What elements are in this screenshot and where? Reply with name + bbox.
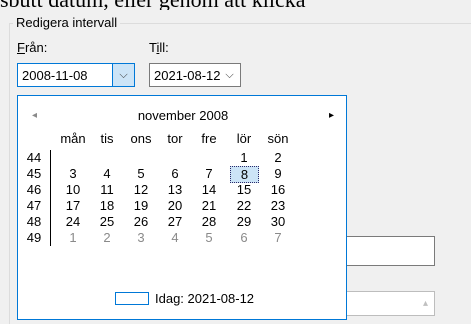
chevron-down-icon: ⌵ <box>119 68 128 81</box>
to-dropdown-button[interactable]: ⌵ <box>219 64 240 86</box>
calendar-day[interactable]: 17 <box>56 197 90 214</box>
calendar-day[interactable]: 6 <box>158 165 192 182</box>
calendar-day[interactable]: 7 <box>261 229 295 246</box>
to-date-value: 2021-08-12 <box>154 67 221 83</box>
group-title: Redigera intervall <box>13 15 121 30</box>
weekday-header: tor <box>167 131 183 146</box>
calendar-day[interactable]: 11 <box>90 181 124 198</box>
calendar-day[interactable]: 5 <box>124 165 158 182</box>
week-number: 44 <box>26 150 42 165</box>
prev-month-icon[interactable]: ◂ <box>32 110 37 121</box>
chevron-down-icon: ⌵ <box>225 68 234 81</box>
calendar-day[interactable]: 24 <box>56 213 90 230</box>
from-label: Från: <box>17 40 48 55</box>
week-number: 46 <box>26 182 42 197</box>
week-divider <box>50 150 52 246</box>
calendar-day[interactable]: 2 <box>90 229 124 246</box>
week-number: 49 <box>26 230 42 245</box>
calendar-day[interactable]: 23 <box>261 197 295 214</box>
from-date-value: 2008-11-08 <box>22 67 88 83</box>
calendar-day[interactable]: 18 <box>90 197 124 214</box>
calendar-day[interactable]: 14 <box>192 181 226 198</box>
from-date-picker[interactable]: 2008-11-08 ⌵ <box>17 63 135 87</box>
calendar-day[interactable]: 30 <box>261 213 295 230</box>
calendar-day[interactable]: 3 <box>124 229 158 246</box>
calendar-day[interactable]: 20 <box>158 197 192 214</box>
to-label: Till: <box>149 40 169 55</box>
calendar-day[interactable]: 4 <box>158 229 192 246</box>
calendar-day[interactable]: 29 <box>227 213 261 230</box>
today-marker-icon <box>115 292 149 305</box>
calendar-day[interactable]: 7 <box>192 165 226 182</box>
calendar-day[interactable]: 19 <box>124 197 158 214</box>
text-field[interactable] <box>333 236 435 266</box>
today-link[interactable]: Idag: 2021-08-12 <box>115 291 254 306</box>
calendar-day[interactable]: 13 <box>158 181 192 198</box>
calendar-day[interactable]: 6 <box>227 229 261 246</box>
calendar-day[interactable]: 21 <box>192 197 226 214</box>
weekday-header: mån <box>60 131 86 146</box>
week-number: 45 <box>26 166 42 181</box>
calendar-day[interactable]: 22 <box>227 197 261 214</box>
calendar-day[interactable]: 27 <box>158 213 192 230</box>
calendar-day[interactable]: 16 <box>261 181 295 198</box>
week-number: 47 <box>26 198 42 213</box>
calendar-day[interactable]: 12 <box>124 181 158 198</box>
weekday-header: tis <box>100 131 114 146</box>
to-date-picker[interactable]: 2021-08-12 ⌵ <box>149 63 241 87</box>
calendar-day[interactable]: 9 <box>261 165 295 182</box>
weekday-header: lör <box>236 131 252 146</box>
calendar-day[interactable]: 10 <box>56 181 90 198</box>
weekday-header: fre <box>201 131 217 146</box>
calendar-day[interactable]: 4 <box>90 165 124 182</box>
background-text-fragment: sbutt datum, eller genom att klicka <box>0 0 471 10</box>
calendar-day[interactable]: 5 <box>192 229 226 246</box>
calendar-day[interactable]: 1 <box>227 149 261 166</box>
calendar-day[interactable]: 28 <box>192 213 226 230</box>
chevron-up-icon: ▴ <box>422 298 428 309</box>
calendar-day[interactable]: 25 <box>90 213 124 230</box>
dropdown-field[interactable]: ▴ <box>333 291 435 316</box>
calendar-day[interactable]: 3 <box>56 165 90 182</box>
calendar-day[interactable]: 26 <box>124 213 158 230</box>
weekday-header: ons <box>130 131 152 146</box>
week-number: 48 <box>26 214 42 229</box>
from-dropdown-button[interactable]: ⌵ <box>112 64 134 86</box>
calendar-month-title[interactable]: november 2008 <box>118 108 248 123</box>
calendar-popup: ◂ november 2008 ▸ mån tis ons tor fre lör sön 4… <box>17 95 347 320</box>
today-label: Idag: 2021-08-12 <box>155 291 255 306</box>
calendar-day[interactable]: 2 <box>261 149 295 166</box>
weekday-header: sön <box>267 131 289 146</box>
calendar-day[interactable]: 15 <box>227 181 261 198</box>
calendar-day[interactable]: 1 <box>56 229 90 246</box>
next-month-icon[interactable]: ▸ <box>329 110 334 121</box>
